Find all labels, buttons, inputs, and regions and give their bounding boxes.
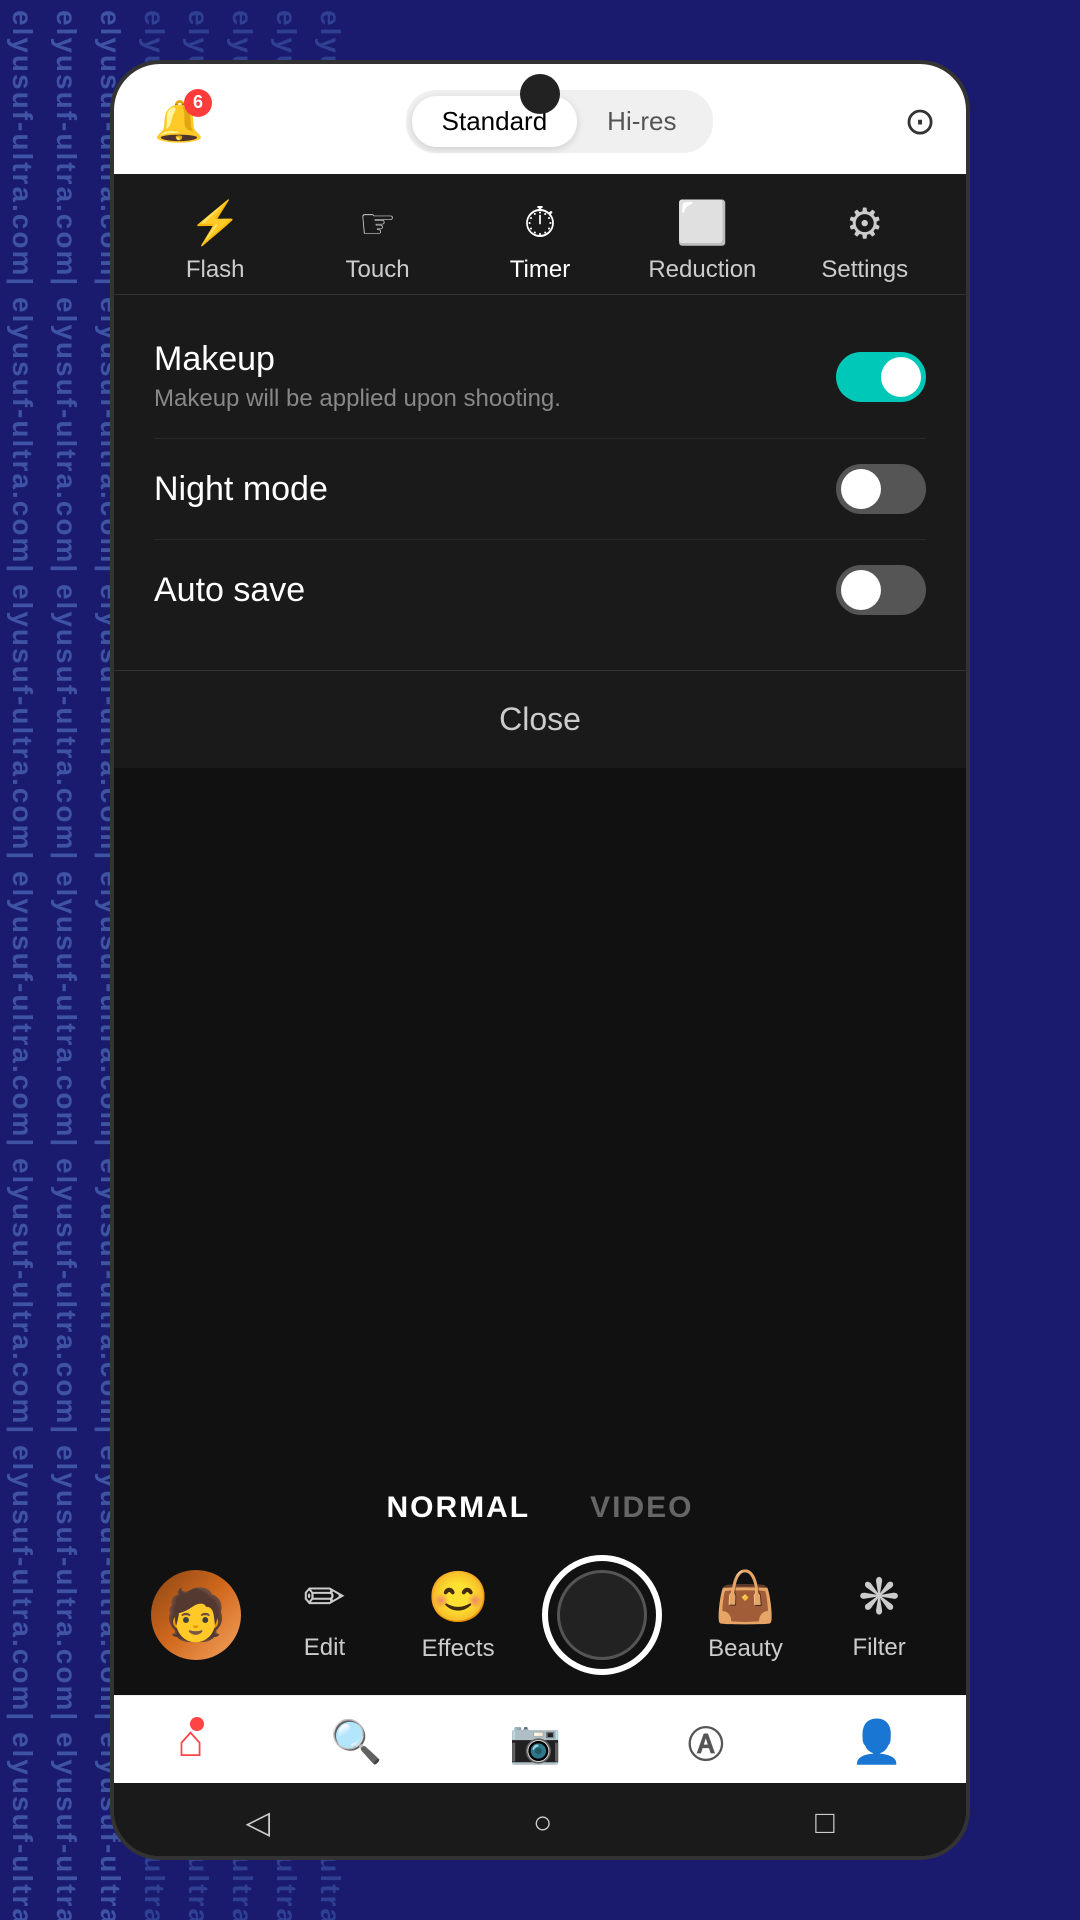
scan-icon[interactable]: ⊙ bbox=[904, 99, 936, 144]
camera-toolbar: ⚡ Flash ☞ Touch ⏱ Timer ⬜ Reduction ⚙ Se… bbox=[114, 174, 966, 295]
night-mode-row: Night mode bbox=[154, 439, 926, 540]
flash-icon: ⚡ bbox=[189, 199, 241, 248]
toggle-section: Makeup Makeup will be applied upon shoot… bbox=[114, 295, 966, 660]
reduction-label: Reduction bbox=[648, 256, 756, 284]
edit-tool[interactable]: ✏ Edit bbox=[274, 1568, 374, 1662]
edit-icon: ✏ bbox=[304, 1568, 346, 1626]
night-mode-toggle[interactable] bbox=[836, 464, 926, 514]
system-nav: ◁ ○ □ bbox=[114, 1783, 966, 1856]
timer-label: Timer bbox=[510, 256, 570, 284]
top-bar: 🔔 6 Standard Hi-res ⊙ bbox=[114, 64, 966, 174]
makeup-info: Makeup Makeup will be applied upon shoot… bbox=[154, 340, 561, 413]
notification-button[interactable]: 🔔 6 bbox=[144, 87, 214, 157]
home-notif-dot bbox=[190, 1717, 204, 1731]
profile-icon: 👤 bbox=[850, 1718, 902, 1767]
auto-save-row: Auto save bbox=[154, 540, 926, 640]
beauty-icon: 👜 bbox=[714, 1568, 776, 1627]
nav-bar: ⌂ 🔍 📷 Ⓐ 👤 bbox=[114, 1695, 966, 1783]
recent-button[interactable]: □ bbox=[815, 1804, 834, 1841]
normal-mode-tab[interactable]: NORMAL bbox=[386, 1491, 530, 1525]
notification-badge: 6 bbox=[184, 89, 212, 117]
beauty-label: Beauty bbox=[708, 1635, 783, 1663]
auto-save-info: Auto save bbox=[154, 571, 305, 610]
settings-icon: ⚙ bbox=[846, 199, 884, 248]
toolbar-timer[interactable]: ⏱ Timer bbox=[480, 199, 600, 284]
ai-icon: Ⓐ bbox=[688, 1716, 724, 1768]
nav-camera[interactable]: 📷 bbox=[509, 1718, 561, 1767]
close-button[interactable]: Close bbox=[114, 670, 966, 768]
back-button[interactable]: ◁ bbox=[245, 1803, 270, 1841]
hires-mode-button[interactable]: Hi-res bbox=[577, 96, 706, 147]
makeup-toggle[interactable] bbox=[836, 352, 926, 402]
makeup-label: Makeup bbox=[154, 340, 561, 379]
toolbar-settings[interactable]: ⚙ Settings bbox=[805, 199, 925, 284]
touch-icon: ☞ bbox=[359, 199, 397, 248]
toolbar-touch[interactable]: ☞ Touch bbox=[318, 199, 438, 284]
home-button[interactable]: ○ bbox=[533, 1804, 552, 1841]
shutter-inner bbox=[557, 1570, 647, 1660]
nav-home[interactable]: ⌂ bbox=[177, 1717, 204, 1767]
phone-frame: 🔔 6 Standard Hi-res ⊙ ⚡ Flash ☞ Touch ⏱ … bbox=[110, 60, 970, 1860]
camera-viewfinder bbox=[114, 768, 966, 1471]
touch-label: Touch bbox=[346, 256, 410, 284]
timer-icon: ⏱ bbox=[524, 199, 557, 248]
camera-icon: 📷 bbox=[509, 1718, 561, 1767]
night-mode-knob bbox=[841, 469, 881, 509]
night-mode-info: Night mode bbox=[154, 470, 328, 509]
flash-label: Flash bbox=[186, 256, 245, 284]
nav-ai[interactable]: Ⓐ bbox=[688, 1716, 724, 1768]
toolbar-reduction[interactable]: ⬜ Reduction bbox=[642, 199, 762, 284]
nav-search[interactable]: 🔍 bbox=[330, 1718, 382, 1767]
beauty-tool[interactable]: 👜 Beauty bbox=[695, 1568, 795, 1663]
filter-label: Filter bbox=[852, 1634, 905, 1662]
night-mode-label: Night mode bbox=[154, 470, 328, 509]
settings-label: Settings bbox=[821, 256, 908, 284]
effects-label: Effects bbox=[422, 1635, 495, 1663]
nav-profile[interactable]: 👤 bbox=[850, 1718, 902, 1767]
filter-icon: ❋ bbox=[858, 1568, 900, 1626]
makeup-row: Makeup Makeup will be applied upon shoot… bbox=[154, 315, 926, 439]
bottom-toolbar: 🧑 ✏ Edit 😊 Effects 👜 Beauty ❋ Filter bbox=[114, 1540, 966, 1695]
makeup-knob bbox=[881, 357, 921, 397]
gallery-avatar[interactable]: 🧑 bbox=[151, 1570, 241, 1660]
notch bbox=[520, 74, 560, 114]
toolbar-flash[interactable]: ⚡ Flash bbox=[155, 199, 275, 284]
reduction-icon: ⬜ bbox=[676, 199, 728, 248]
effects-tool[interactable]: 😊 Effects bbox=[408, 1568, 508, 1663]
search-icon: 🔍 bbox=[330, 1718, 382, 1767]
filter-tool[interactable]: ❋ Filter bbox=[829, 1568, 929, 1662]
video-mode-tab[interactable]: VIDEO bbox=[590, 1491, 693, 1525]
auto-save-label: Auto save bbox=[154, 571, 305, 610]
camera-mode-tabs: NORMAL VIDEO bbox=[114, 1471, 966, 1540]
shutter-button[interactable] bbox=[542, 1555, 662, 1675]
auto-save-toggle[interactable] bbox=[836, 565, 926, 615]
auto-save-knob bbox=[841, 570, 881, 610]
settings-panel: ⚡ Flash ☞ Touch ⏱ Timer ⬜ Reduction ⚙ Se… bbox=[114, 174, 966, 768]
effects-icon: 😊 bbox=[427, 1568, 489, 1627]
makeup-sublabel: Makeup will be applied upon shooting. bbox=[154, 385, 561, 413]
edit-label: Edit bbox=[304, 1634, 345, 1662]
